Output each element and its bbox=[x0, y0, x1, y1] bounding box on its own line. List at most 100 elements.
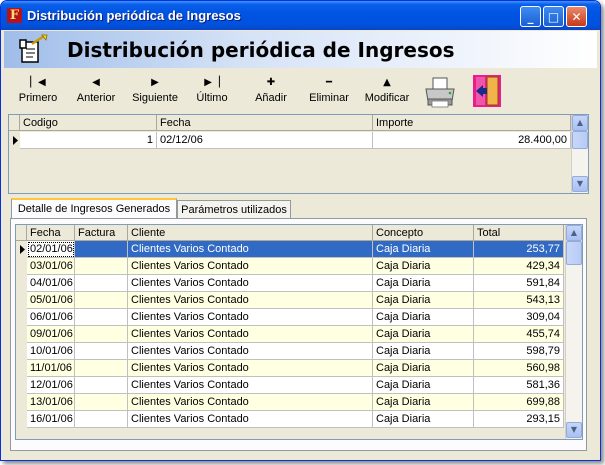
cell-concepto[interactable]: Caja Diaria bbox=[373, 258, 474, 275]
cell-concepto[interactable]: Caja Diaria bbox=[373, 326, 474, 343]
cell-total[interactable]: 581,36 bbox=[474, 377, 564, 394]
cell-fecha[interactable]: 09/01/06 bbox=[27, 326, 75, 343]
cell-cliente[interactable]: Clientes Varios Contado bbox=[128, 360, 373, 377]
cell-total[interactable]: 253,77 bbox=[474, 241, 564, 258]
delete-button-label: Eliminar bbox=[309, 92, 349, 104]
cell-factura[interactable] bbox=[75, 241, 128, 258]
cell-total[interactable]: 560,98 bbox=[474, 360, 564, 377]
cell-cliente[interactable]: Clientes Varios Contado bbox=[128, 343, 373, 360]
page-title: Distribución periódica de Ingresos bbox=[67, 38, 455, 62]
cell-fecha[interactable]: 16/01/06 bbox=[27, 411, 75, 428]
tab-detalle-ingresos[interactable]: Detalle de Ingresos Generados bbox=[11, 198, 177, 218]
tab-parametros[interactable]: Parámetros utilizados bbox=[177, 200, 291, 219]
cell-concepto[interactable]: Caja Diaria bbox=[373, 343, 474, 360]
scroll-down-icon[interactable]: ▼ bbox=[566, 422, 582, 438]
last-button[interactable]: ▶▕ Último bbox=[190, 72, 234, 112]
cell-fecha[interactable]: 10/01/06 bbox=[27, 343, 75, 360]
cell-cliente[interactable]: Clientes Varios Contado bbox=[128, 394, 373, 411]
cell-fecha[interactable]: 12/01/06 bbox=[27, 377, 75, 394]
current-row-indicator bbox=[17, 241, 27, 258]
cell-cliente[interactable]: Clientes Varios Contado bbox=[128, 377, 373, 394]
cell-fecha[interactable]: 06/01/06 bbox=[27, 309, 75, 326]
first-record-icon: ▏◀ bbox=[30, 77, 46, 88]
modify-button[interactable]: ▲ Modificar bbox=[362, 72, 412, 112]
column-header-codigo[interactable]: Codigo bbox=[20, 115, 157, 131]
cell-factura[interactable] bbox=[75, 292, 128, 309]
scroll-up-icon[interactable]: ▲ bbox=[572, 115, 588, 131]
column-header-importe[interactable]: Importe bbox=[373, 115, 571, 131]
cell-fecha[interactable]: 02/01/06 bbox=[27, 241, 75, 258]
cell-total[interactable]: 591,84 bbox=[474, 275, 564, 292]
maximize-button[interactable]: □ bbox=[543, 6, 564, 27]
cell-factura[interactable] bbox=[75, 377, 128, 394]
exit-door-icon[interactable] bbox=[470, 73, 504, 109]
cell-concepto[interactable]: Caja Diaria bbox=[373, 360, 474, 377]
cell-fecha[interactable]: 13/01/06 bbox=[27, 394, 75, 411]
cell-cliente[interactable]: Clientes Varios Contado bbox=[128, 241, 373, 258]
next-record-icon: ▶ bbox=[151, 77, 159, 88]
cell-factura[interactable] bbox=[75, 275, 128, 292]
cell-concepto[interactable]: Caja Diaria bbox=[373, 394, 474, 411]
minimize-button[interactable]: _ bbox=[520, 6, 541, 27]
summary-vertical-scrollbar[interactable]: ▲ ▼ bbox=[571, 115, 588, 193]
cell-factura[interactable] bbox=[75, 360, 128, 377]
next-button-label: Siguiente bbox=[132, 92, 178, 104]
cell-concepto[interactable]: Caja Diaria bbox=[373, 241, 474, 258]
first-button[interactable]: ▏◀ Primero bbox=[14, 72, 62, 112]
previous-button[interactable]: ◀ Anterior bbox=[72, 72, 120, 112]
cell-concepto[interactable]: Caja Diaria bbox=[373, 309, 474, 326]
cell-concepto[interactable]: Caja Diaria bbox=[373, 411, 474, 428]
document-wand-icon bbox=[19, 34, 48, 63]
add-button[interactable]: ✚ Añadir bbox=[250, 72, 292, 112]
cell-factura[interactable] bbox=[75, 343, 128, 360]
cell-factura[interactable] bbox=[75, 411, 128, 428]
cell-factura[interactable] bbox=[75, 258, 128, 275]
cell-cliente[interactable]: Clientes Varios Contado bbox=[128, 326, 373, 343]
next-button[interactable]: ▶ Siguiente bbox=[128, 72, 182, 112]
title-bar[interactable]: F Distribución periódica de Ingresos _ □… bbox=[1, 1, 600, 30]
scroll-thumb[interactable] bbox=[566, 241, 582, 265]
main-window: F Distribución periódica de Ingresos _ □… bbox=[0, 0, 601, 461]
modify-button-label: Modificar bbox=[364, 92, 410, 104]
cell-cliente[interactable]: Clientes Varios Contado bbox=[128, 258, 373, 275]
cell-total[interactable]: 598,79 bbox=[474, 343, 564, 360]
cell-factura[interactable] bbox=[75, 309, 128, 326]
delete-icon: ━ bbox=[325, 77, 333, 88]
column-header-total[interactable]: Total bbox=[474, 225, 564, 241]
column-header-cliente[interactable]: Cliente bbox=[128, 225, 373, 241]
cell-fecha[interactable]: 04/01/06 bbox=[27, 275, 75, 292]
cell-total[interactable]: 309,04 bbox=[474, 309, 564, 326]
cell-fecha[interactable]: 11/01/06 bbox=[27, 360, 75, 377]
cell-total[interactable]: 293,15 bbox=[474, 411, 564, 428]
cell-factura[interactable] bbox=[75, 394, 128, 411]
cell-total[interactable]: 699,88 bbox=[474, 394, 564, 411]
column-header-concepto[interactable]: Concepto bbox=[373, 225, 474, 241]
column-header-fecha[interactable]: Fecha bbox=[157, 115, 373, 131]
scroll-down-icon[interactable]: ▼ bbox=[572, 176, 588, 192]
cell-cliente[interactable]: Clientes Varios Contado bbox=[128, 275, 373, 292]
cell-total[interactable]: 543,13 bbox=[474, 292, 564, 309]
column-header-factura[interactable]: Factura bbox=[75, 225, 128, 241]
cell-concepto[interactable]: Caja Diaria bbox=[373, 275, 474, 292]
cell-cliente[interactable]: Clientes Varios Contado bbox=[128, 411, 373, 428]
cell-fecha[interactable]: 05/01/06 bbox=[27, 292, 75, 309]
cell-concepto[interactable]: Caja Diaria bbox=[373, 292, 474, 309]
scroll-up-icon[interactable]: ▲ bbox=[566, 225, 582, 241]
column-header-fecha[interactable]: Fecha bbox=[27, 225, 75, 241]
cell-cliente[interactable]: Clientes Varios Contado bbox=[128, 292, 373, 309]
cell-total[interactable]: 455,74 bbox=[474, 326, 564, 343]
cell-fecha[interactable]: 03/01/06 bbox=[27, 258, 75, 275]
window-title: Distribución periódica de Ingresos bbox=[27, 8, 241, 23]
cell-cliente[interactable]: Clientes Varios Contado bbox=[128, 309, 373, 326]
close-button[interactable]: ✕ bbox=[566, 6, 587, 27]
detail-vertical-scrollbar[interactable]: ▲ ▼ bbox=[565, 225, 582, 439]
summary-cell-importe[interactable]: 28.400,00 bbox=[373, 132, 571, 149]
delete-button[interactable]: ━ Eliminar bbox=[306, 72, 352, 112]
cell-factura[interactable] bbox=[75, 326, 128, 343]
summary-cell-codigo[interactable]: 1 bbox=[20, 132, 157, 149]
scroll-thumb[interactable] bbox=[572, 131, 588, 149]
printer-icon[interactable] bbox=[423, 75, 457, 109]
summary-cell-fecha[interactable]: 02/12/06 bbox=[157, 132, 373, 149]
cell-total[interactable]: 429,34 bbox=[474, 258, 564, 275]
cell-concepto[interactable]: Caja Diaria bbox=[373, 377, 474, 394]
